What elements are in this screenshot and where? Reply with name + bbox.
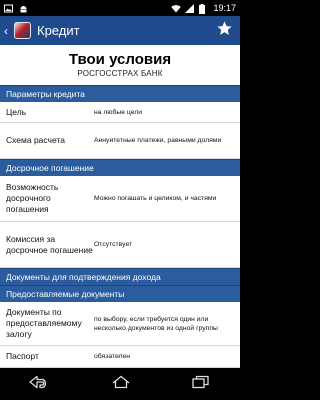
row-value: Аннуитетные платежи, равными долями [94,137,222,144]
section-header-provided-docs: Предоставляемые документы [0,285,240,302]
row-value: обязателен [94,353,131,360]
table-row: Возможность досрочного погашения Можно п… [0,176,240,222]
nav-recents-icon[interactable] [191,375,211,394]
section-header-credit-params: Параметры кредита [0,85,240,102]
table-row: Схема расчета Аннуитетные платежи, равны… [0,123,240,159]
row-label: Паспорт [6,351,39,361]
section-header-income-docs[interactable]: Документы для подтверждения дохода [0,268,240,285]
back-arrow-icon[interactable]: ‹ [4,24,12,38]
nav-back-icon[interactable] [29,375,51,394]
star-icon[interactable] [216,20,233,42]
wifi-icon [171,4,182,13]
table-row: Цель на любые цели [0,102,240,123]
battery-icon [199,3,208,14]
row-value: по выбору, если требуется один или неско… [94,315,218,332]
row-label: Цель [6,106,27,117]
android-icon [19,4,28,13]
navigation-bar [0,368,240,400]
table-row: Документы по предоставляемому залогу по … [0,302,240,346]
action-bar: ‹ Кредит [0,16,240,45]
row-value: на любые цели [94,108,143,116]
row-value: Можно погашать и целиком, и частями [94,195,217,202]
row-label: Возможность досрочного погашения [6,182,59,214]
status-time: 19:17 [213,3,236,13]
status-bar: 19:17 [0,0,240,16]
bank-name: РОСГОССТРАХ БАНК [77,69,163,78]
row-label: Схема расчета [6,135,65,145]
image-icon [4,4,13,13]
nav-home-icon[interactable] [110,375,132,394]
row-label: Документы по предоставляемому залогу [6,307,82,339]
app-logo-icon[interactable] [14,22,31,39]
page-title: Твои условия [68,51,172,68]
content-area[interactable]: Твои условия РОСГОССТРАХ БАНК Параметры … [0,45,240,368]
row-value: Отсутствует [94,241,133,248]
action-bar-title: Кредит [37,23,80,38]
row-label: Комиссия за досрочное погашение [6,233,93,255]
table-row: Комиссия за досрочное погашение Отсутств… [0,222,240,268]
signal-icon [185,3,195,13]
table-row: Паспорт обязателен [0,346,240,368]
section-header-early-repayment: Досрочное погашение [0,159,240,176]
page-heading: Твои условия РОСГОССТРАХ БАНК [0,45,240,85]
